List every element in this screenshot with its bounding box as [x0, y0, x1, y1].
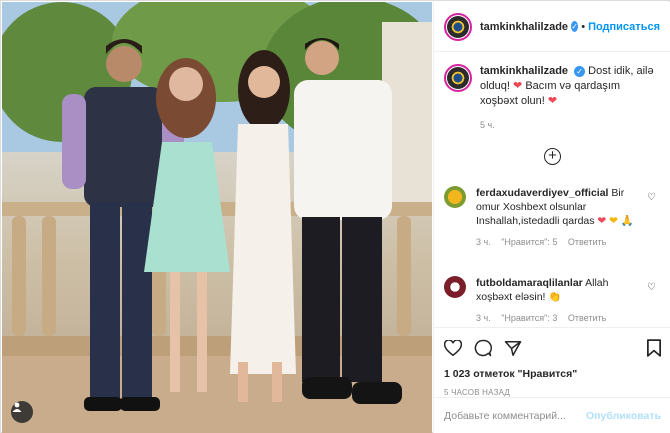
caption-body: tamkinkhalilzade ✓ Dost idik, ailə olduq… [480, 64, 660, 133]
comment-reply-button[interactable]: Ответить [568, 313, 606, 323]
comment-likes[interactable]: "Нравится": 3 [501, 313, 557, 323]
like-comment-heart-icon[interactable]: ♡ [647, 192, 656, 203]
comment-body: futboldamaraqlilanlar Allah xoşbəxt eləs… [476, 276, 646, 325]
commenter-username[interactable]: futboldamaraqlilanlar [476, 277, 583, 289]
post-actions: 1 023 отметок "Нравится" 5 ЧАСОВ НАЗАД [434, 327, 670, 405]
caption-time: 5 ч. [480, 120, 495, 130]
heart-emoji-icon: ❤ [609, 215, 618, 227]
share-send-icon[interactable] [504, 340, 522, 357]
post-header: tamkinkhalilzade ✓ • Подписаться [434, 2, 670, 52]
comment-body: ferdaxudaverdiyev_official Bir omur Xosh… [476, 186, 646, 249]
clap-emoji-icon: 👏 [548, 291, 562, 303]
tagged-users-button[interactable] [11, 401, 33, 423]
comment-meta: 3 ч. "Нравится": 3 Ответить [476, 311, 646, 325]
load-more-comments-icon[interactable]: + [544, 148, 561, 165]
pray-emoji-icon: 🙏 [620, 215, 634, 227]
verified-icon: ✓ [571, 21, 579, 32]
comment-time: 3 ч. [476, 313, 491, 323]
instagram-post-frame: tamkinkhalilzade ✓ • Подписаться tamkink… [0, 0, 670, 433]
action-icons [444, 336, 661, 360]
author-username[interactable]: tamkinkhalilzade [480, 21, 568, 33]
caption-avatar[interactable] [444, 64, 472, 92]
commenter-avatar[interactable] [444, 276, 466, 298]
comment-reply-button[interactable]: Ответить [568, 237, 606, 247]
user-icon [12, 402, 22, 412]
comment-item: ferdaxudaverdiyev_official Bir omur Xosh… [444, 186, 664, 249]
post-age: 5 ЧАСОВ НАЗАД [444, 388, 511, 397]
follow-button[interactable]: Подписаться [588, 21, 660, 33]
heart-emoji-icon: ❤ [547, 95, 558, 107]
comment-likes[interactable]: "Нравится": 5 [501, 237, 557, 247]
photo-illustration [2, 2, 432, 433]
comment-input[interactable] [444, 409, 587, 422]
header-separator: • [581, 20, 586, 33]
heart-emoji-icon: ❤ [513, 80, 523, 92]
like-heart-icon[interactable] [444, 339, 462, 357]
add-comment-bar: Опубликовать [434, 397, 670, 433]
publish-button[interactable]: Опубликовать [586, 410, 661, 422]
caption-username[interactable]: tamkinkhalilzade [480, 65, 568, 77]
caption: tamkinkhalilzade ✓ Dost idik, ailə olduq… [434, 52, 670, 133]
bookmark-icon[interactable] [647, 339, 661, 357]
post-side-panel: tamkinkhalilzade ✓ • Подписаться tamkink… [433, 2, 670, 433]
likes-count[interactable]: 1 023 отметок "Нравится" [444, 368, 661, 380]
verified-icon: ✓ [574, 65, 586, 77]
comment-item: futboldamaraqlilanlar Allah xoşbəxt eləs… [444, 276, 664, 325]
author-avatar[interactable] [444, 12, 472, 41]
heart-emoji-icon: ❤ [597, 215, 607, 227]
like-comment-heart-icon[interactable]: ♡ [647, 282, 656, 293]
comment-meta: 3 ч. "Нравится": 5 Ответить [476, 235, 646, 249]
commenter-avatar[interactable] [444, 186, 466, 208]
comment-bubble-icon[interactable] [474, 339, 492, 357]
comment-time: 3 ч. [476, 237, 491, 247]
post-photo[interactable] [2, 2, 432, 433]
commenter-username[interactable]: ferdaxudaverdiyev_official [476, 187, 608, 199]
